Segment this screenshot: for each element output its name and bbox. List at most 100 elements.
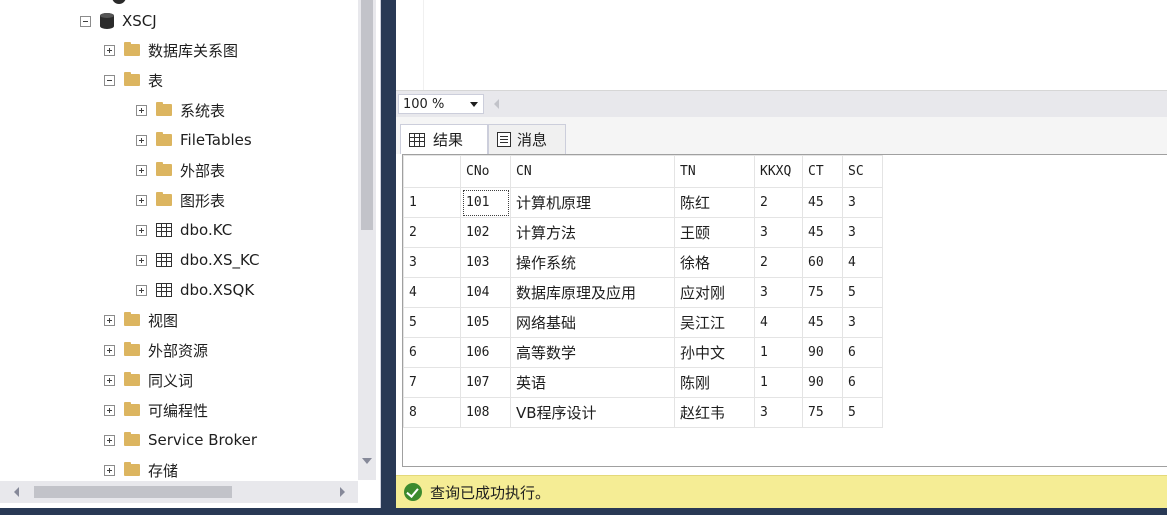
- table-row[interactable]: 2 102 计算方法 王颐 3 45 3: [403, 217, 883, 248]
- table-cell[interactable]: 2: [754, 187, 803, 218]
- table-cell[interactable]: 1: [754, 367, 803, 398]
- column-header[interactable]: CNo: [460, 155, 511, 188]
- table-cell[interactable]: 数据库原理及应用: [510, 277, 675, 308]
- vertical-scrollbar-thumb[interactable]: [361, 0, 373, 230]
- scroll-right-arrow-icon[interactable]: [340, 487, 345, 497]
- table-cell[interactable]: 陈红: [674, 187, 755, 218]
- tree-node[interactable]: 视图: [104, 308, 178, 332]
- table-cell[interactable]: 1: [754, 337, 803, 368]
- expand-icon[interactable]: [104, 314, 115, 326]
- query-editor[interactable]: [396, 0, 1167, 90]
- expand-icon[interactable]: [104, 44, 115, 56]
- table-cell[interactable]: 2: [754, 247, 803, 278]
- table-cell[interactable]: 4: [842, 247, 883, 278]
- tree-node[interactable]: 可编程性: [104, 398, 208, 422]
- row-number[interactable]: 5: [403, 307, 461, 338]
- tree-node[interactable]: 数据库关系图: [104, 38, 238, 62]
- zoom-select[interactable]: 100 %: [398, 94, 484, 114]
- expand-icon[interactable]: [104, 404, 115, 416]
- vertical-scrollbar[interactable]: [358, 0, 376, 480]
- table-cell[interactable]: 王颐: [674, 217, 755, 248]
- horizontal-scrollbar[interactable]: [0, 481, 358, 503]
- table-cell[interactable]: 孙中文: [674, 337, 755, 368]
- table-cell[interactable]: 赵红韦: [674, 397, 755, 428]
- table-cell[interactable]: 106: [460, 337, 511, 368]
- expand-icon[interactable]: [136, 254, 147, 266]
- table-cell[interactable]: 3: [842, 187, 883, 218]
- row-number[interactable]: 3: [403, 247, 461, 278]
- row-number[interactable]: 2: [403, 217, 461, 248]
- table-cell[interactable]: 6: [842, 367, 883, 398]
- table-cell[interactable]: 应对刚: [674, 277, 755, 308]
- expand-icon[interactable]: [136, 194, 147, 206]
- table-cell[interactable]: 吴江江: [674, 307, 755, 338]
- table-cell[interactable]: 104: [460, 277, 511, 308]
- table-cell[interactable]: 105: [460, 307, 511, 338]
- tab-messages[interactable]: 消息: [488, 124, 566, 154]
- tree-node[interactable]: 外部资源: [104, 338, 208, 362]
- tab-results[interactable]: 结果: [400, 124, 488, 154]
- table-row[interactable]: 1 101 计算机原理 陈红 2 45 3: [403, 187, 883, 218]
- table-cell[interactable]: 陈刚: [674, 367, 755, 398]
- table-cell[interactable]: 75: [802, 397, 843, 428]
- expand-icon[interactable]: [104, 374, 115, 386]
- column-header[interactable]: TN: [674, 155, 755, 188]
- tree-node[interactable]: 系统表: [136, 98, 225, 122]
- table-cell[interactable]: 3: [754, 217, 803, 248]
- tree-node[interactable]: dbo.XS_KC: [136, 248, 260, 272]
- expand-icon[interactable]: [136, 134, 147, 146]
- column-header[interactable]: CT: [802, 155, 843, 188]
- scroll-down-arrow-icon[interactable]: [362, 458, 372, 464]
- table-cell[interactable]: 45: [802, 187, 843, 218]
- scroll-left-arrow-icon[interactable]: [494, 99, 499, 109]
- expand-icon[interactable]: [104, 464, 115, 476]
- tree-node[interactable]: 表: [104, 68, 163, 92]
- expand-icon[interactable]: [104, 344, 115, 356]
- results-grid[interactable]: CNo CN TN KKXQ CT SC 1 101 计算机原理 陈红 2 45 3 2 102 计算方法王…: [402, 154, 1167, 467]
- table-cell[interactable]: 6: [842, 337, 883, 368]
- table-cell[interactable]: 45: [802, 217, 843, 248]
- expand-icon[interactable]: [104, 434, 115, 446]
- row-number[interactable]: 4: [403, 277, 461, 308]
- tree-node-database[interactable]: XSCJ: [80, 9, 157, 33]
- collapse-icon[interactable]: [104, 74, 115, 86]
- table-cell[interactable]: 3: [842, 307, 883, 338]
- table-cell[interactable]: 60: [802, 247, 843, 278]
- tree-node[interactable]: FileTables: [136, 128, 252, 152]
- tree-node[interactable]: Service Broker: [104, 428, 257, 452]
- table-cell[interactable]: 103: [460, 247, 511, 278]
- table-cell[interactable]: 5: [842, 277, 883, 308]
- expand-icon[interactable]: [136, 164, 147, 176]
- row-number[interactable]: 7: [403, 367, 461, 398]
- table-cell[interactable]: 107: [460, 367, 511, 398]
- expand-icon[interactable]: [136, 104, 147, 116]
- tree-node[interactable]: dbo.KC: [136, 218, 232, 242]
- table-cell[interactable]: 徐格: [674, 247, 755, 278]
- row-number[interactable]: 8: [403, 397, 461, 428]
- tree-node[interactable]: 同义词: [104, 368, 193, 392]
- scroll-left-arrow-icon[interactable]: [14, 487, 19, 497]
- table-cell[interactable]: 高等数学: [510, 337, 675, 368]
- row-number[interactable]: 1: [403, 187, 461, 218]
- column-header[interactable]: CN: [510, 155, 675, 188]
- table-cell[interactable]: 3: [754, 277, 803, 308]
- table-row[interactable]: 3 103 操作系统 徐格 2 60 4: [403, 247, 883, 278]
- tree-node[interactable]: 存储: [104, 458, 178, 482]
- table-cell[interactable]: VB程序设计: [510, 397, 675, 428]
- table-cell[interactable]: 101: [460, 187, 511, 218]
- tree-node[interactable]: dbo.XSQK: [136, 278, 254, 302]
- table-cell[interactable]: 网络基础: [510, 307, 675, 338]
- table-cell[interactable]: 英语: [510, 367, 675, 398]
- table-cell[interactable]: 计算方法: [510, 217, 675, 248]
- collapse-icon[interactable]: [80, 15, 91, 27]
- expand-icon[interactable]: [136, 284, 147, 296]
- table-cell[interactable]: 4: [754, 307, 803, 338]
- expand-icon[interactable]: [136, 224, 147, 236]
- table-cell[interactable]: 操作系统: [510, 247, 675, 278]
- table-cell[interactable]: 3: [842, 217, 883, 248]
- table-cell[interactable]: 90: [802, 337, 843, 368]
- row-number[interactable]: 6: [403, 337, 461, 368]
- table-cell[interactable]: 计算机原理: [510, 187, 675, 218]
- tree-node[interactable]: 图形表: [136, 188, 225, 212]
- table-row[interactable]: 5 105 网络基础 吴江江 4 45 3: [403, 307, 883, 338]
